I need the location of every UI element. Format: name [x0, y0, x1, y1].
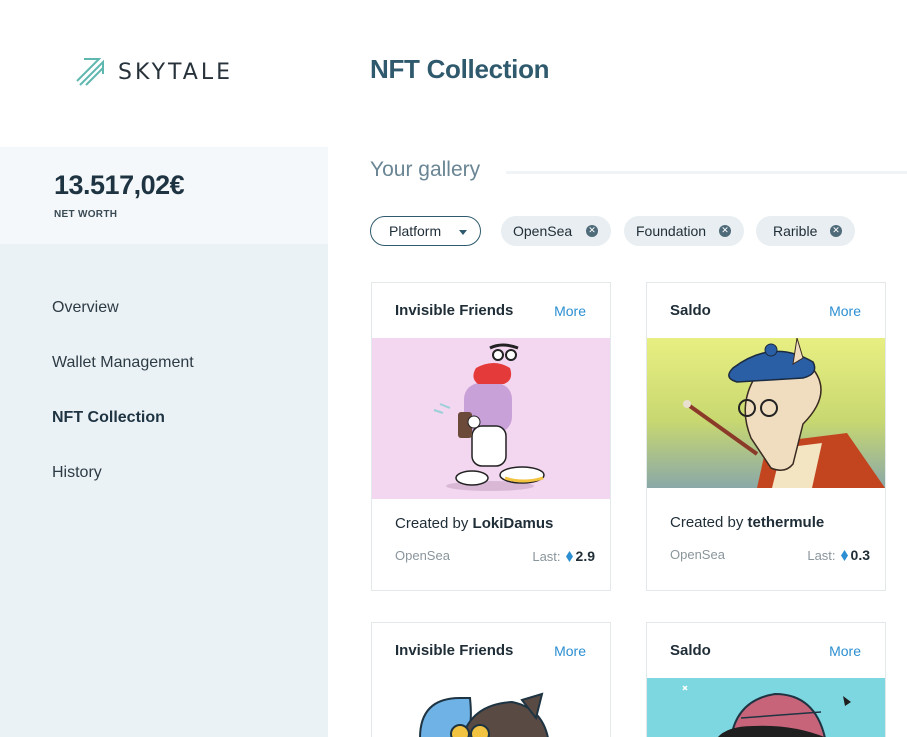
remove-filter-icon[interactable]: ✕	[586, 225, 598, 237]
page-title: NFT Collection	[370, 54, 550, 84]
nft-image[interactable]	[647, 338, 885, 488]
gallery-divider	[506, 171, 907, 174]
ethereum-icon	[565, 550, 573, 562]
more-link[interactable]: More	[554, 643, 586, 659]
nft-image[interactable]	[372, 678, 610, 737]
creator-name: tethermule	[747, 514, 825, 531]
ethereum-icon	[840, 549, 848, 561]
filter-chip-label: Rarible	[773, 223, 818, 239]
nft-platform: OpenSea	[395, 548, 450, 563]
filter-chip-foundation[interactable]: Foundation ✕	[624, 216, 744, 246]
platform-dropdown-label: Platform	[389, 223, 442, 239]
more-link[interactable]: More	[829, 643, 861, 659]
remove-filter-icon[interactable]: ✕	[719, 225, 731, 237]
sidebar-item-wallet-management[interactable]: Wallet Management	[52, 354, 194, 372]
creator-name: LokiDamus	[472, 515, 554, 532]
nft-collection-name: Saldo	[670, 302, 711, 319]
more-link[interactable]: More	[829, 303, 861, 319]
remove-filter-icon[interactable]: ✕	[830, 225, 842, 237]
sidebar-nav	[0, 244, 328, 737]
net-worth-value: 13.517,02€	[54, 170, 185, 200]
nft-card[interactable]: Saldo More	[646, 622, 886, 737]
nft-platform: OpenSea	[670, 547, 725, 562]
filter-chip-label: Foundation	[636, 223, 707, 239]
filter-chip-label: OpenSea	[513, 223, 573, 239]
nft-image[interactable]	[372, 338, 610, 499]
filter-chip-opensea[interactable]: OpenSea ✕	[501, 216, 611, 246]
net-worth-label: NET WORTH	[54, 209, 118, 220]
more-link[interactable]: More	[554, 303, 586, 319]
sidebar-item-history[interactable]: History	[52, 464, 102, 482]
gallery-title: Your gallery	[370, 158, 481, 181]
nft-artwork-image	[419, 692, 549, 737]
sidebar-item-nft-collection[interactable]: NFT Collection	[52, 409, 165, 427]
nft-creator: Created by LokiDamus	[395, 515, 554, 532]
nft-collection-name: Invisible Friends	[395, 302, 514, 319]
nft-image[interactable]	[647, 678, 885, 737]
sidebar-item-overview[interactable]: Overview	[52, 299, 119, 317]
brand-name: SKYTALE	[118, 59, 233, 85]
filter-chip-rarible[interactable]: Rarible ✕	[756, 216, 855, 246]
nft-collection-name: Saldo	[670, 642, 711, 659]
nft-card[interactable]: Saldo More Created by tethermule OpenSea…	[646, 282, 886, 591]
skytale-logo-icon	[76, 58, 104, 86]
nft-artwork-image	[683, 338, 885, 488]
caret-down-icon	[459, 230, 467, 235]
nft-collection-name: Invisible Friends	[395, 642, 514, 659]
nft-artwork-image	[433, 343, 545, 491]
brand-logo[interactable]: SKYTALE	[74, 56, 233, 88]
nft-last-price: Last: 2.9	[532, 548, 595, 564]
nft-card[interactable]: Invisible Friends More	[371, 622, 611, 737]
nft-artwork-image	[682, 685, 851, 737]
nft-creator: Created by tethermule	[670, 514, 825, 531]
nft-card[interactable]: Invisible Friends More Created by LokiDa…	[371, 282, 611, 591]
platform-dropdown[interactable]: Platform	[370, 216, 481, 246]
nft-last-price: Last: 0.3	[807, 547, 870, 563]
